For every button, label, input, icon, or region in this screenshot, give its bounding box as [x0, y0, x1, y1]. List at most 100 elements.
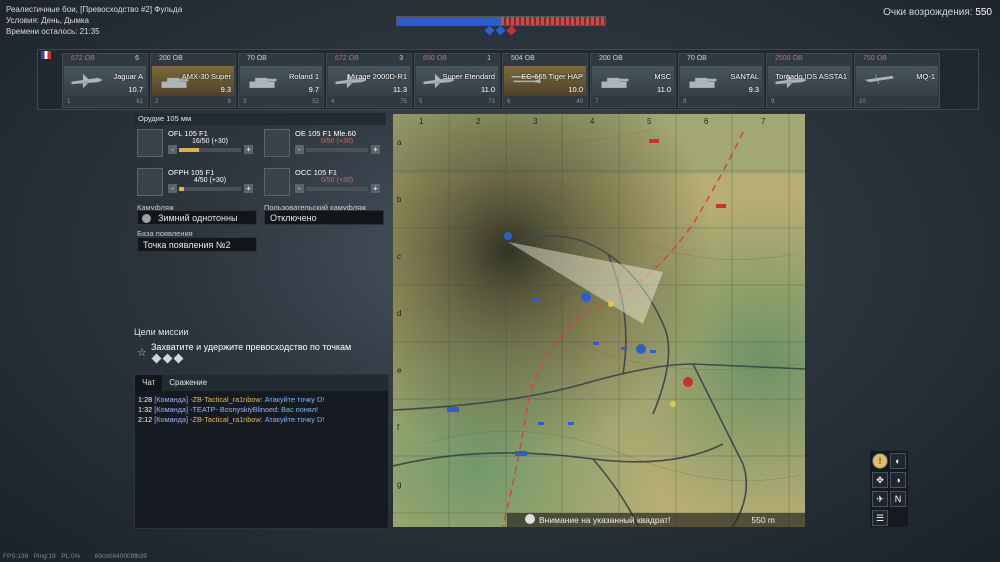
battle-conditions: Условия: День, Дымка — [6, 16, 89, 25]
decrease-button[interactable]: - — [168, 184, 177, 193]
decrease-button[interactable]: - — [168, 145, 177, 154]
map-scale: 550 m — [751, 515, 775, 525]
star-icon: ☆ — [137, 347, 147, 359]
slot-number: 1 — [67, 99, 71, 105]
vehicle-slot[interactable]: 672 ОВ 3 Mirage 2000D-R1 11.3 4 75 — [326, 53, 412, 108]
slot-header: 70 ОВ — [679, 54, 763, 64]
mouse-left-icon[interactable]: ◐ — [890, 453, 906, 469]
battle-info: Реалистичные бои, [Превосходство #2] Фул… — [6, 4, 182, 37]
increase-button[interactable]: + — [244, 145, 253, 154]
slot-cost: 672 ОВ — [335, 55, 359, 62]
player-marker-icon — [504, 232, 512, 240]
map-terrain — [393, 114, 805, 527]
objective-points — [151, 353, 184, 364]
vehicle-slot[interactable]: 672 ОВ 6 Jaguar A 10.7 1 61 — [62, 53, 148, 108]
respawn-points: Очки возрождения: 550 — [883, 7, 992, 18]
ping-icon[interactable]: ! — [872, 453, 888, 469]
weapon-title: Орудие 105 мм — [134, 113, 386, 125]
shell-icon — [137, 168, 163, 196]
settings-sliders-icon[interactable]: ☰ — [872, 510, 888, 526]
capture-point-b-icon — [581, 292, 591, 302]
camo-select[interactable]: Зимний однотонны — [137, 210, 257, 225]
decrease-button[interactable]: - — [295, 145, 304, 154]
map-row-label: c — [397, 252, 401, 261]
enemy-tickets — [501, 17, 605, 25]
vehicle-name: AMX-30 Super — [181, 72, 231, 81]
vehicle-slot[interactable]: 200 ОВ AMX-30 Super 9.3 2 9 — [150, 53, 236, 108]
increase-button[interactable]: + — [371, 184, 380, 193]
slot-count: 1 — [487, 55, 491, 62]
battle-rating: 9.7 — [308, 85, 319, 94]
ammo-bar[interactable] — [179, 187, 241, 191]
time-remaining: Времени осталось: 21:35 — [6, 27, 100, 36]
slot-number: 7 — [595, 99, 599, 105]
camo-value: Зимний однотонны — [158, 213, 238, 223]
slot-cost: 2500 ОВ — [775, 55, 803, 62]
capture-point-d-icon — [506, 25, 517, 36]
vehicle-slot[interactable]: 750 ОВ MQ-1 10 — [854, 53, 940, 108]
slot-header: 672 ОВ 6 — [63, 54, 147, 64]
ammo-slot[interactable]: OE 105 F1 Mle.60 0/50 (+30) - + — [264, 129, 382, 157]
marker-icon — [608, 301, 614, 307]
pan-icon[interactable]: ✥ — [872, 472, 888, 488]
shell-name: OCC 105 F1 — [295, 168, 338, 177]
ammo-bar[interactable] — [306, 148, 368, 152]
tab-battle[interactable]: Сражение — [162, 375, 214, 391]
battle-rating: 11.0 — [480, 85, 495, 94]
drone-icon — [864, 74, 894, 84]
increase-button[interactable]: + — [371, 145, 380, 154]
map-row-label: e — [397, 366, 402, 375]
ammo-bar[interactable] — [179, 148, 241, 152]
ammo-slot[interactable]: OFPH 105 F1 4/50 (+30) - + — [137, 168, 255, 196]
slot-header: 70 ОВ — [239, 54, 323, 64]
capture-point-c-icon — [683, 377, 693, 387]
vehicle-slot[interactable]: 650 ОВ 1 Super Etendard 11.0 5 73 — [414, 53, 500, 108]
slot-card: Super Etendard 11.0 — [416, 66, 498, 96]
vehicle-slot[interactable]: 2500 ОВ Tornado IDS ASSTA1 9 — [766, 53, 852, 108]
spawn-select[interactable]: Точка появления №2 — [137, 237, 257, 252]
vehicle-name: Super Etendard — [442, 72, 495, 81]
chat-messages: 1:28 [Команда] -ZB-Tactical_ra1nbow: Ата… — [135, 391, 388, 425]
vehicle-slot[interactable]: 504 ОВ EC-665 Tiger HAP 10.0 6 40 — [502, 53, 588, 108]
slot-card: Mirage 2000D-R1 11.3 — [328, 66, 410, 96]
tab-chat[interactable]: Чат — [135, 375, 163, 391]
slot-header: 2500 ОВ — [767, 54, 851, 64]
ammo-slot[interactable]: OFL 105 F1 16/50 (+30) - + — [137, 129, 255, 157]
increase-button[interactable]: + — [244, 184, 253, 193]
slot-cost: 200 ОВ — [599, 55, 623, 62]
slot-crew-level: 73 — [488, 99, 495, 105]
mouse-right-icon[interactable]: ◑ — [890, 472, 906, 488]
vehicle-name: Jaguar A — [113, 72, 143, 81]
slot-header: 650 ОВ 1 — [415, 54, 499, 64]
vehicle-slot[interactable]: 70 ОВ Roland 1 9.7 3 52 — [238, 53, 324, 108]
battle-rating: 11.3 — [392, 85, 407, 94]
tactical-map[interactable]: Внимание на указанный квадрат! 550 m 1 2 3… — [393, 114, 805, 527]
user-camo-select[interactable]: Отключено — [264, 210, 384, 225]
slot-crew-level: 9 — [227, 99, 231, 105]
ammo-slot[interactable]: OCC 105 F1 0/50 (+30) - + — [264, 168, 382, 196]
vehicle-name: EC-665 Tiger HAP — [521, 72, 583, 81]
slot-card: MQ-1 — [856, 66, 938, 96]
vehicle-slot[interactable]: 70 ОВ SANTAL 9.3 8 — [678, 53, 764, 108]
shell-count: 0/50 (+30) — [320, 177, 354, 184]
vehicle-name: MSC — [654, 72, 671, 81]
decrease-button[interactable]: - — [295, 184, 304, 193]
slot-number: 6 — [507, 99, 511, 105]
vehicle-slot[interactable]: 200 ОВ MSC 11.0 7 — [590, 53, 676, 108]
ammo-bar[interactable] — [306, 187, 368, 191]
battle-rating: 10.0 — [568, 85, 583, 94]
chat-tabs: Чат Сражение — [135, 375, 388, 391]
slot-cost: 200 ОВ — [159, 55, 183, 62]
aircraft-icon[interactable]: ✈ — [872, 491, 888, 507]
slot-header: 750 ОВ — [855, 54, 939, 64]
map-column-label: 2 — [476, 117, 481, 126]
chat-message: 1:32 [Команда] -TEATP- BosnyskiyBlinoed:… — [138, 405, 319, 414]
point-icon — [151, 353, 162, 364]
vehicle-name: Roland 1 — [288, 72, 319, 81]
north-button[interactable]: N — [890, 491, 906, 507]
enemy-unit-icon — [716, 204, 726, 208]
ally-unit-icon — [515, 451, 527, 456]
map-row-label: b — [397, 195, 402, 204]
map-column-label: 4 — [590, 117, 595, 126]
capture-point-d-icon — [636, 344, 646, 354]
